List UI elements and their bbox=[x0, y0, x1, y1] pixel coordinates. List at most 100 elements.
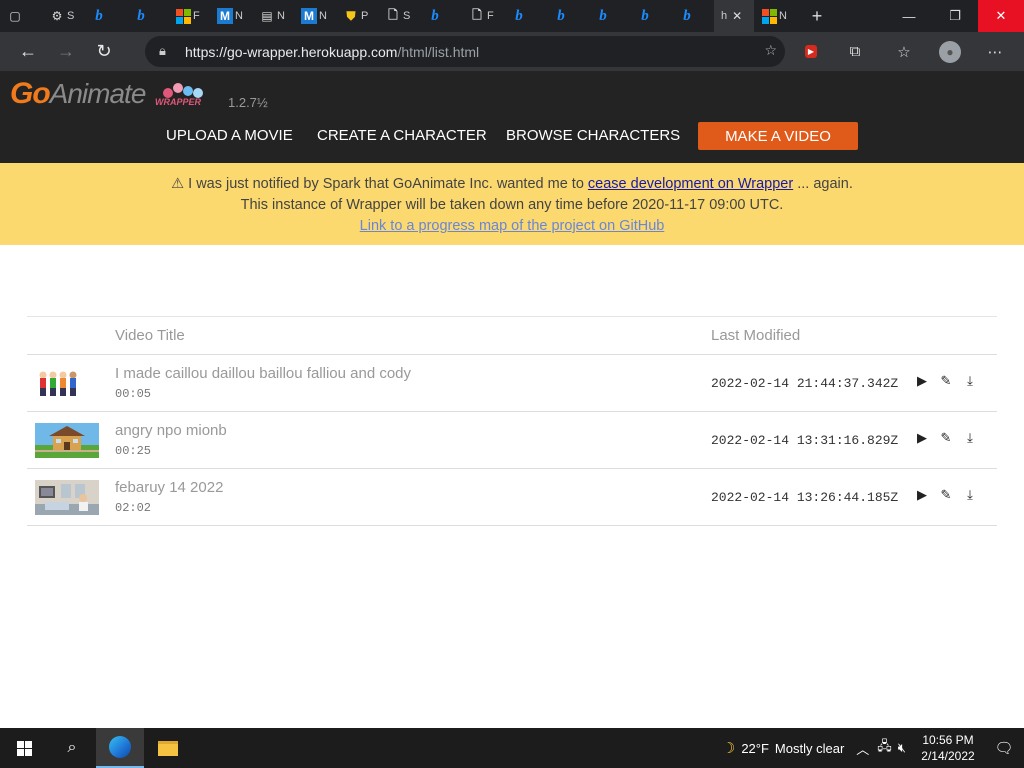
lock-icon[interactable]: 🔒︎ bbox=[159, 43, 166, 59]
settings-menu-icon[interactable]: ⋯ bbox=[980, 32, 1010, 71]
col-video-title[interactable]: Video Title bbox=[115, 327, 185, 344]
tab-label: F bbox=[193, 10, 200, 22]
profile-avatar[interactable]: ● bbox=[935, 32, 965, 71]
tab-bing-7[interactable]: b bbox=[630, 0, 672, 32]
tab-microsoft-2[interactable]: N bbox=[754, 0, 796, 32]
tab-label: h bbox=[721, 10, 728, 22]
add-favorite-icon[interactable]: ☆ bbox=[764, 42, 777, 59]
download-icon[interactable]: ⤓ bbox=[961, 429, 979, 447]
notice-text: ⚠ I was just notified by Spark that GoAn… bbox=[171, 176, 588, 192]
tab-bing-3[interactable]: b bbox=[420, 0, 462, 32]
network-icon[interactable]: 🖧︎ bbox=[877, 737, 892, 759]
video-duration: 00:25 bbox=[115, 444, 152, 458]
tab-page-2[interactable]: 🗋 F bbox=[462, 0, 504, 32]
nav-upload-movie[interactable]: UPLOAD A MOVIE bbox=[166, 127, 293, 144]
tab-microsoft[interactable]: F bbox=[168, 0, 210, 32]
goanimate-logo[interactable]: Go Animate bbox=[10, 77, 146, 111]
clock[interactable]: 10:56 PM 2/14/2022 bbox=[912, 732, 984, 764]
video-title: febaruy 14 2022 bbox=[115, 479, 224, 496]
logo-bubbles-icon bbox=[163, 83, 203, 98]
windows-start-icon[interactable] bbox=[0, 728, 48, 768]
nav-browse-characters[interactable]: BROWSE CHARACTERS bbox=[506, 127, 680, 144]
table-header: Video Title Last Modified bbox=[27, 317, 997, 355]
tab-bing-5[interactable]: b bbox=[546, 0, 588, 32]
tab-shield[interactable]: ⛊ P bbox=[336, 0, 378, 32]
col-last-modified[interactable]: Last Modified bbox=[711, 327, 800, 344]
play-icon[interactable]: ▶ bbox=[913, 429, 931, 447]
shield-icon: ⛊ bbox=[346, 8, 356, 23]
chevron-up-icon[interactable]: ︿ bbox=[856, 739, 869, 758]
forward-button[interactable]: → bbox=[47, 36, 85, 68]
extensions-icon[interactable]: ⧉ bbox=[840, 32, 870, 71]
progress-map-link[interactable]: Link to a progress map of the project on… bbox=[360, 218, 665, 234]
tab-settings[interactable]: ⚙ S bbox=[42, 0, 84, 32]
refresh-button[interactable]: ↻ bbox=[85, 36, 123, 68]
tab-bing-2[interactable]: b bbox=[126, 0, 168, 32]
close-window-button[interactable]: ✕ bbox=[978, 0, 1024, 32]
cease-development-link[interactable]: cease development on Wrapper bbox=[588, 176, 793, 192]
window-icon: ▢ bbox=[9, 9, 21, 23]
table-row[interactable]: angry npo mionb 00:25 2022-02-14 13:31:1… bbox=[27, 412, 997, 469]
close-tab-icon[interactable]: ✕ bbox=[729, 8, 745, 24]
tab-page-1[interactable]: 🗋 S bbox=[378, 0, 420, 32]
edit-icon[interactable]: ✎ bbox=[937, 429, 955, 447]
tab-m-2[interactable]: MN bbox=[294, 0, 336, 32]
volume-muted-icon[interactable]: 🔇︎ bbox=[898, 740, 906, 756]
restore-button[interactable]: ❐ bbox=[932, 0, 978, 32]
video-thumbnail[interactable] bbox=[35, 423, 99, 458]
url-path: /html/list.html bbox=[397, 43, 480, 60]
bing-icon: b bbox=[683, 7, 691, 24]
tab-bing-8[interactable]: b bbox=[672, 0, 714, 32]
video-thumbnail[interactable] bbox=[35, 366, 99, 401]
bing-icon: b bbox=[599, 7, 607, 24]
tab-actions[interactable]: ▢ bbox=[0, 0, 42, 32]
edit-icon[interactable]: ✎ bbox=[937, 486, 955, 504]
tab-bing-4[interactable]: b bbox=[504, 0, 546, 32]
edit-icon[interactable]: ✎ bbox=[937, 372, 955, 390]
back-button[interactable]: ← bbox=[9, 36, 47, 68]
tab-bing-6[interactable]: b bbox=[588, 0, 630, 32]
tab-label: N bbox=[235, 10, 243, 22]
video-modified: 2022-02-14 13:31:16.829Z bbox=[711, 433, 899, 448]
address-bar[interactable]: 🔒︎ https://go-wrapper.herokuapp.com/html… bbox=[145, 36, 785, 67]
table-row[interactable]: I made caillou daillou baillou falliou a… bbox=[27, 355, 997, 412]
weather-moon-icon[interactable]: ☽ bbox=[722, 739, 735, 757]
search-icon[interactable]: ⌕ bbox=[48, 728, 96, 768]
avatar: ● bbox=[939, 40, 961, 63]
play-icon[interactable]: ▶ bbox=[913, 372, 931, 390]
plus-icon: + bbox=[811, 5, 823, 26]
download-icon[interactable]: ⤓ bbox=[961, 486, 979, 504]
bing-icon: b bbox=[515, 7, 523, 24]
youtube-extension-icon[interactable]: ▶ bbox=[796, 32, 826, 71]
video-thumbnail[interactable] bbox=[35, 480, 99, 515]
make-video-button[interactable]: MAKE A VIDEO bbox=[698, 122, 858, 150]
table-row[interactable]: febaruy 14 2022 02:02 2022-02-14 13:26:4… bbox=[27, 469, 997, 526]
edge-taskbar-icon[interactable] bbox=[96, 728, 144, 768]
tab-bing-1[interactable]: b bbox=[84, 0, 126, 32]
tab-label: P bbox=[361, 10, 369, 22]
microsoft-icon bbox=[175, 8, 191, 24]
new-tab-button[interactable]: + bbox=[796, 0, 838, 32]
favorites-icon[interactable]: ☆ bbox=[889, 32, 919, 71]
play-icon[interactable]: ▶ bbox=[913, 486, 931, 504]
tab-m-1[interactable]: MN bbox=[210, 0, 252, 32]
video-modified: 2022-02-14 21:44:37.342Z bbox=[711, 376, 899, 391]
tab-calendar[interactable]: ▤ N bbox=[252, 0, 294, 32]
tab-active-wrapper[interactable]: h ✕ bbox=[714, 0, 754, 32]
nav-create-character[interactable]: CREATE A CHARACTER bbox=[317, 127, 487, 144]
weather-temperature[interactable]: 22°F bbox=[741, 741, 769, 756]
version-label: 1.2.7½ bbox=[228, 95, 268, 110]
address-toolbar: ← → ↻ 🔒︎ https://go-wrapper.herokuapp.co… bbox=[0, 32, 1024, 71]
notifications-icon[interactable]: 🗨︎ bbox=[984, 739, 1024, 757]
notice-text-end: ... again. bbox=[793, 176, 853, 192]
video-duration: 02:02 bbox=[115, 501, 152, 515]
minimize-button[interactable]: — bbox=[886, 0, 932, 32]
video-modified: 2022-02-14 13:26:44.185Z bbox=[711, 490, 899, 505]
logo-go: Go bbox=[10, 77, 51, 110]
clock-time: 10:56 PM bbox=[922, 733, 974, 747]
download-icon[interactable]: ⤓ bbox=[961, 372, 979, 390]
page-icon: 🗋 bbox=[472, 7, 482, 22]
m-icon: M bbox=[217, 8, 233, 24]
file-explorer-icon[interactable] bbox=[144, 728, 192, 768]
weather-condition[interactable]: Mostly clear bbox=[775, 741, 844, 756]
